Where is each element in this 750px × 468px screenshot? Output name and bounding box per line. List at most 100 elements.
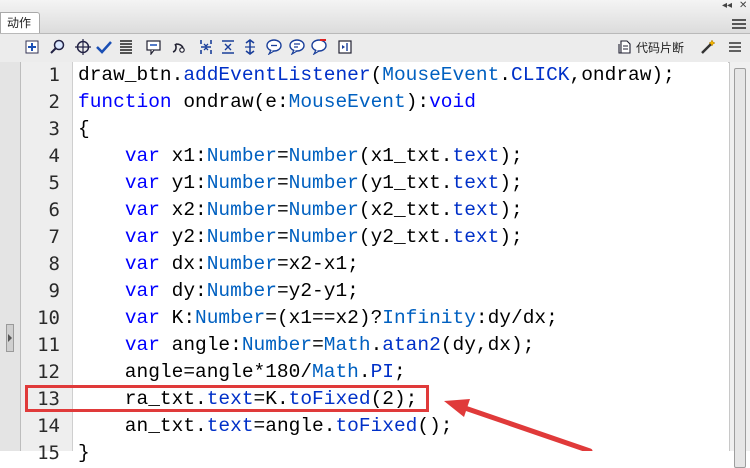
annotation-arrow	[444, 399, 593, 451]
line-number: 6	[48, 199, 60, 221]
code-token: var	[124, 307, 160, 329]
code-line[interactable]: 2 function ondraw(e:MouseEvent):void	[0, 89, 750, 116]
code-line[interactable]: 10 var K:Number=(x1==x2)?Infinity:dy/dx;	[0, 305, 750, 332]
code-token: =	[276, 199, 289, 221]
code-token: );	[499, 172, 523, 194]
code-line[interactable]: 4 var x1:Number=Number(x1_txt.text);	[0, 143, 750, 170]
collapse-between-icon[interactable]	[198, 39, 214, 55]
comment-icon[interactable]	[266, 39, 282, 55]
code-token: Number	[288, 172, 359, 194]
line-number: 8	[48, 253, 60, 275]
auto-format-icon[interactable]	[118, 39, 134, 55]
code-token: ;	[393, 361, 406, 383]
code-text: function ondraw(e:MouseEvent):void	[78, 89, 476, 116]
code-token: =y2-y1;	[276, 280, 359, 302]
code-text: var y2:Number=Number(y2_txt.text);	[78, 224, 523, 251]
options-menu-icon[interactable]	[727, 39, 743, 55]
code-line[interactable]: 1 draw_btn.addEventListener(MouseEvent.CL…	[0, 62, 750, 89]
collapse-panel-icon[interactable]: ◂◂	[722, 0, 732, 12]
code-token: dx:	[159, 253, 207, 275]
code-token: var	[124, 172, 160, 194]
code-token: draw_btn.	[78, 64, 184, 86]
code-token: (y1_txt.	[358, 172, 453, 194]
code-token: (	[370, 64, 383, 86]
code-token: x2:	[159, 199, 207, 221]
line-number: 3	[48, 118, 60, 140]
line-number: 9	[48, 280, 60, 302]
code-text: an_txt.text=angle.toFixed();	[78, 413, 453, 440]
code-snippets-button[interactable]: 代码片断	[618, 39, 684, 57]
code-token: =angle.	[253, 415, 336, 437]
code-token: (x2_txt.	[358, 199, 453, 221]
code-token: );	[499, 199, 523, 221]
code-line[interactable]: 15}	[0, 440, 750, 467]
uncomment-line-icon[interactable]	[289, 39, 305, 55]
code-token: =	[312, 334, 324, 356]
code-token: (dy,dx);	[440, 334, 535, 356]
highlight-box	[25, 385, 429, 412]
target-icon[interactable]	[75, 39, 91, 55]
code-token: atan2	[382, 334, 441, 356]
snippets-icon	[618, 40, 632, 54]
code-token: Infinity	[382, 307, 476, 329]
check-syntax-icon[interactable]	[96, 39, 112, 55]
line-number: 5	[48, 172, 60, 194]
code-token: Number	[206, 199, 277, 221]
code-token: y1:	[159, 172, 207, 194]
code-token: Number	[288, 145, 359, 167]
code-hint-icon[interactable]	[146, 39, 162, 55]
code-token: addEventListener	[183, 64, 371, 86]
code-token: Number	[206, 253, 277, 275]
remove-comment-icon[interactable]	[311, 39, 327, 55]
code-text: var y1:Number=Number(y1_txt.text);	[78, 170, 523, 197]
code-line[interactable]: 8 var dx:Number=x2-x1;	[0, 251, 750, 278]
debug-icon[interactable]	[170, 39, 186, 55]
code-line[interactable]: 6 var x2:Number=Number(x2_txt.text);	[0, 197, 750, 224]
code-token: .	[358, 361, 371, 383]
close-panel-icon[interactable]: ✕	[739, 0, 747, 12]
code-line[interactable]: 11 var angle:Number=Math.atan2(dy,dx);	[0, 332, 750, 359]
code-token: Number	[206, 172, 277, 194]
panel-menu-icon[interactable]	[732, 17, 746, 29]
line-number: 4	[48, 145, 60, 167]
code-token: PI	[370, 361, 394, 383]
code-token: angle:	[159, 334, 242, 356]
code-token: Number	[288, 199, 359, 221]
code-token: Number	[206, 280, 277, 302]
code-token: ,ondraw);	[569, 64, 675, 86]
code-token: :dy/dx;	[475, 307, 558, 329]
code-text: }	[78, 440, 90, 467]
line-number: 2	[48, 91, 60, 113]
tab-actions[interactable]: 动作	[0, 12, 40, 33]
code-text: var angle:Number=Math.atan2(dy,dx);	[78, 332, 535, 359]
code-text: var K:Number=(x1==x2)?Infinity:dy/dx;	[78, 305, 558, 332]
code-token: ):	[405, 91, 430, 113]
code-token: function	[78, 91, 172, 113]
line-number: 15	[37, 442, 60, 464]
code-line[interactable]: 9 var dy:Number=y2-y1;	[0, 278, 750, 305]
code-line[interactable]: 3{	[0, 116, 750, 143]
code-token: {	[78, 118, 90, 140]
add-icon[interactable]	[25, 39, 41, 55]
code-token: =x2-x1;	[276, 253, 359, 275]
code-token: var	[124, 226, 160, 248]
code-line[interactable]: 7 var y2:Number=Number(y2_txt.text);	[0, 224, 750, 251]
code-token: text	[206, 415, 254, 437]
code-line[interactable]: 5 var y1:Number=Number(y1_txt.text);	[0, 170, 750, 197]
expand-all-icon[interactable]	[242, 39, 258, 55]
code-token: );	[499, 145, 523, 167]
code-token: var	[124, 253, 160, 275]
code-token: x1:	[159, 145, 207, 167]
code-line[interactable]: 12 angle=angle*180/Math.PI;	[0, 359, 750, 386]
code-token: text	[452, 172, 500, 194]
code-line[interactable]: 14 an_txt.text=angle.toFixed();	[0, 413, 750, 440]
help-wand-icon[interactable]	[700, 39, 716, 55]
code-token: text	[452, 199, 500, 221]
collapse-selection-icon[interactable]	[220, 39, 236, 55]
find-icon[interactable]	[50, 39, 66, 55]
script-assist-icon[interactable]	[337, 39, 353, 55]
